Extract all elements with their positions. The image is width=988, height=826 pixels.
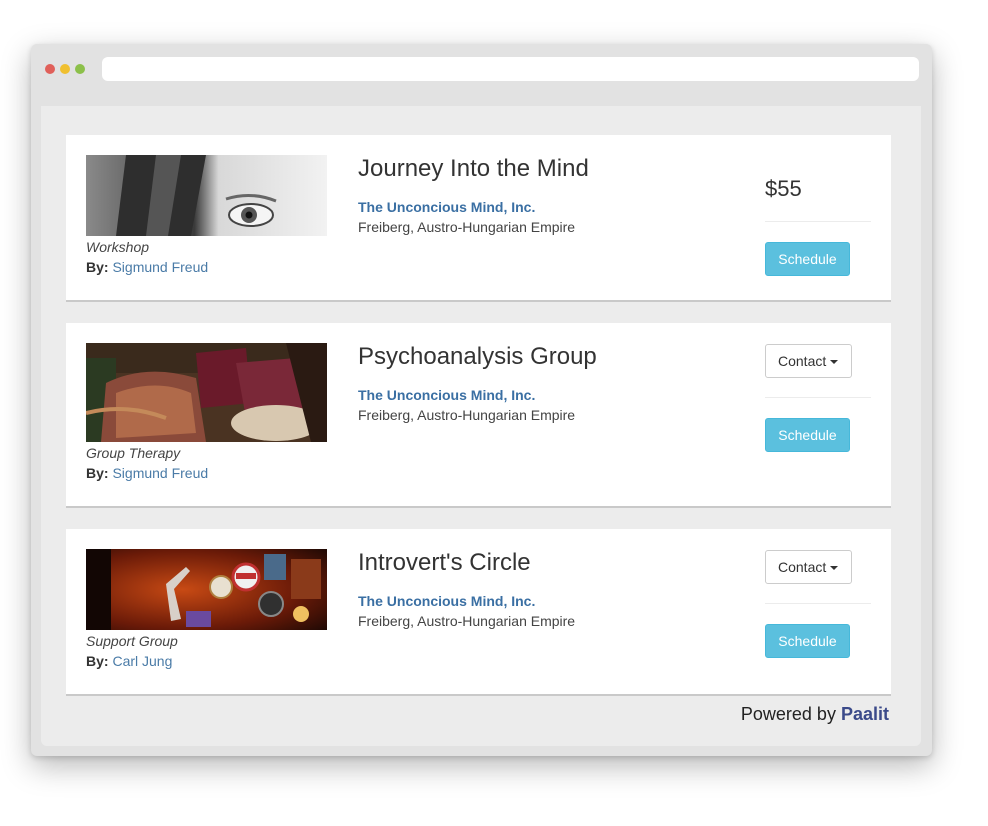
listing-location: Freiberg, Austro-Hungarian Empire [358,407,576,423]
brand-link[interactable]: Paalit [841,704,889,724]
author-link[interactable]: Carl Jung [112,653,172,669]
listing-thumbnail[interactable] [86,343,327,442]
action-divider [765,397,871,398]
action-divider [765,603,871,604]
listing-byline: By: Sigmund Freud [86,259,208,275]
listing-thumbnail[interactable] [86,155,327,236]
listing-byline: By: Carl Jung [86,653,172,669]
window-titlebar [31,44,932,94]
caret-down-icon [830,566,839,571]
listing-price: $55 [765,176,802,201]
listing-title[interactable]: Journey Into the Mind [358,155,589,183]
listing-category: Group Therapy [86,445,181,461]
listing-thumbnail[interactable] [86,549,327,630]
organization-link[interactable]: The Unconcious Mind, Inc. [358,387,535,403]
contact-label: Contact [778,559,827,575]
author-link[interactable]: Sigmund Freud [112,465,208,481]
browser-window: Workshop By: Sigmund Freud Journey Into … [31,44,932,756]
by-label: By: [86,259,109,275]
listing-byline: By: Sigmund Freud [86,465,208,481]
therapy-couch-photo-image [86,343,327,442]
organization-link[interactable]: The Unconcious Mind, Inc. [358,593,535,609]
powered-by-text: Powered by [740,704,836,724]
address-bar[interactable] [102,57,919,81]
listing-title[interactable]: Psychoanalysis Group [358,343,597,371]
listing-card: Workshop By: Sigmund Freud Journey Into … [66,135,891,300]
contact-label: Contact [778,353,827,369]
contact-dropdown-button[interactable]: Contact [765,550,852,584]
by-label: By: [86,465,109,481]
woman-eye-photo-image [86,155,327,236]
listing-title[interactable]: Introvert's Circle [358,549,531,577]
listing-location: Freiberg, Austro-Hungarian Empire [358,219,576,235]
listing-category: Support Group [86,633,178,649]
minimize-window-dot[interactable] [60,64,70,74]
schedule-button[interactable]: Schedule [765,418,850,452]
author-link[interactable]: Sigmund Freud [112,259,208,275]
page-content: Workshop By: Sigmund Freud Journey Into … [41,106,921,746]
bar-wall-signs-photo-image [86,549,327,630]
organization-link[interactable]: The Unconcious Mind, Inc. [358,199,535,215]
maximize-window-dot[interactable] [75,64,85,74]
caret-down-icon [830,360,839,365]
listing-card: Group Therapy By: Sigmund Freud Psychoan… [66,323,891,506]
listing-category: Workshop [86,239,150,255]
powered-by-footer: Powered by Paalit [741,704,889,725]
action-divider [765,221,871,222]
contact-dropdown-button[interactable]: Contact [765,344,852,378]
schedule-button[interactable]: Schedule [765,242,850,276]
listing-card: Support Group By: Carl Jung Introvert's … [66,529,891,694]
close-window-dot[interactable] [45,64,55,74]
by-label: By: [86,653,109,669]
listing-location: Freiberg, Austro-Hungarian Empire [358,613,576,629]
schedule-button[interactable]: Schedule [765,624,850,658]
